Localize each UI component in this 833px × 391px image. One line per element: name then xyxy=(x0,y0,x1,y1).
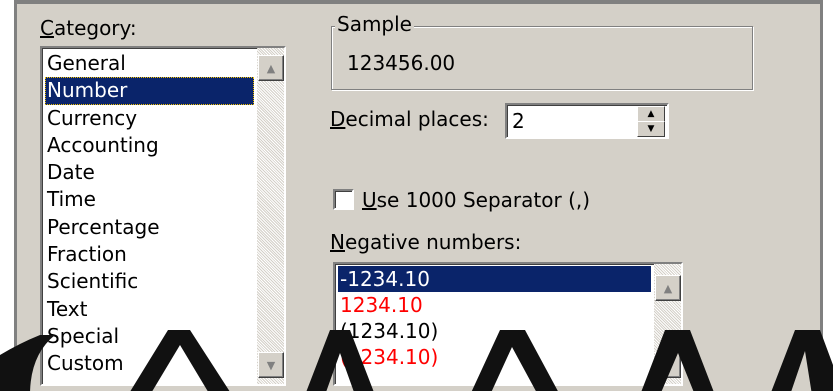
negative-scrollbar[interactable]: ▲ ▼ xyxy=(654,264,681,384)
sample-value: 123456.00 xyxy=(347,51,456,75)
decimal-places-input[interactable]: 2 ▲ ▼ xyxy=(505,103,669,139)
category-item-fraction[interactable]: Fraction xyxy=(45,241,254,268)
category-item-date[interactable]: Date xyxy=(45,159,254,186)
spin-up-icon: ▲ xyxy=(647,108,655,119)
category-item-number[interactable]: Number xyxy=(45,77,254,105)
negative-label-rest: egative numbers: xyxy=(344,230,522,254)
dialog-top-edge xyxy=(0,0,833,4)
neg-scroll-up-button[interactable]: ▲ xyxy=(655,275,681,301)
spin-down-icon: ▼ xyxy=(647,123,655,134)
category-list-items: General Number Currency Accounting Date Time P… xyxy=(45,50,254,378)
category-item-special[interactable]: Special xyxy=(45,323,254,350)
category-item-currency[interactable]: Currency xyxy=(45,105,254,132)
spin-up-button[interactable]: ▲ xyxy=(637,106,665,122)
category-label: Category: xyxy=(40,16,137,40)
separator-label-rest: se 1000 Separator (,) xyxy=(376,188,591,212)
category-item-accounting[interactable]: Accounting xyxy=(45,132,254,159)
dialog-left-shadow xyxy=(14,0,17,391)
negative-format-item[interactable]: (1234.10) xyxy=(338,318,651,344)
category-listbox[interactable]: General Number Currency Accounting Date Time P… xyxy=(40,46,286,386)
negative-numbers-label: Negative numbers: xyxy=(330,230,521,254)
dialog-right-edge xyxy=(823,0,833,391)
arrow-down-icon: ▼ xyxy=(266,358,276,372)
decimal-places-accel: D xyxy=(330,107,346,131)
category-item-general[interactable]: General xyxy=(45,50,254,77)
negative-accel: N xyxy=(330,230,345,254)
negative-format-item[interactable]: -1234.10 xyxy=(338,266,651,292)
dialog-right-shadow xyxy=(820,0,823,391)
spin-down-button[interactable]: ▼ xyxy=(637,121,665,137)
separator-accel: U xyxy=(362,188,377,212)
category-label-accel: C xyxy=(40,16,54,40)
decimal-places-value: 2 xyxy=(512,109,525,133)
neg-scroll-down-button[interactable]: ▼ xyxy=(655,352,681,378)
category-item-text[interactable]: Text xyxy=(45,296,254,323)
category-label-rest: ategory: xyxy=(53,16,137,40)
category-item-percentage[interactable]: Percentage xyxy=(45,214,254,241)
arrow-up-icon: ▲ xyxy=(266,61,276,75)
format-cells-dialog: Category: General Number Currency Accountin… xyxy=(0,0,833,391)
category-scrollbar[interactable]: ▲ ▼ xyxy=(257,48,284,384)
negative-numbers-listbox[interactable]: -1234.10 1234.10 (1234.10) (1234.10) ▲ ▼ xyxy=(333,262,683,386)
decimal-places-label-rest: ecimal places: xyxy=(345,107,489,131)
negative-format-item[interactable]: (1234.10) xyxy=(338,344,651,370)
use-1000-separator-checkbox[interactable] xyxy=(333,189,354,210)
scroll-up-button[interactable]: ▲ xyxy=(258,55,284,81)
negative-list-items: -1234.10 1234.10 (1234.10) (1234.10) xyxy=(338,266,651,370)
arrow-down-icon: ▼ xyxy=(663,358,673,372)
category-item-time[interactable]: Time xyxy=(45,186,254,213)
use-1000-separator-label[interactable]: Use 1000 Separator (,) xyxy=(362,188,590,212)
negative-format-item[interactable]: 1234.10 xyxy=(338,292,651,318)
arrow-up-icon: ▲ xyxy=(663,281,673,295)
category-item-custom[interactable]: Custom xyxy=(45,350,254,377)
decimal-places-label: Decimal places: xyxy=(330,107,489,131)
scroll-down-button[interactable]: ▼ xyxy=(258,352,284,378)
dialog-left-edge xyxy=(0,0,14,391)
sample-title: Sample xyxy=(335,12,414,36)
category-item-scientific[interactable]: Scientific xyxy=(45,268,254,295)
